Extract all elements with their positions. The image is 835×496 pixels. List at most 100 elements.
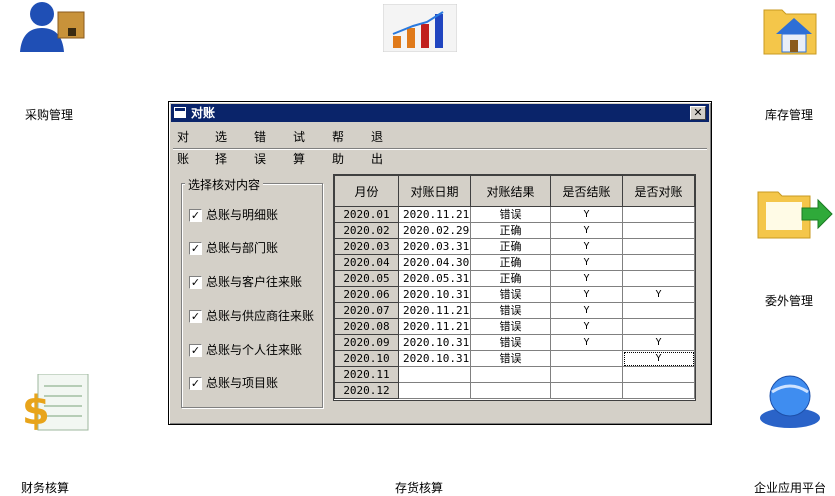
cell-month[interactable]: 2020.01 — [334, 206, 399, 223]
cell-month[interactable]: 2020.02 — [334, 222, 399, 239]
cell-closed[interactable]: Y — [550, 302, 623, 319]
cell-reconciled[interactable] — [622, 382, 695, 399]
desktop-icon-chart[interactable] — [375, 0, 465, 60]
cell-month[interactable]: 2020.03 — [334, 238, 399, 255]
cell-closed[interactable] — [550, 350, 623, 367]
desktop-icon-inventory[interactable]: 库存管理 — [744, 0, 834, 125]
table-row[interactable]: 2020.11 — [334, 366, 695, 383]
table-row[interactable]: 2020.05 2020.05.31 正确 Y — [334, 270, 695, 287]
cell-month[interactable]: 2020.09 — [334, 334, 399, 351]
cell-month[interactable]: 2020.12 — [334, 382, 399, 399]
cell-reconciled[interactable] — [622, 270, 695, 287]
cell-closed[interactable]: Y — [550, 254, 623, 271]
cell-month[interactable]: 2020.08 — [334, 318, 399, 335]
cell-date[interactable]: 2020.10.31 — [398, 286, 471, 303]
desktop-icon-purchasing[interactable]: 采购管理 — [4, 0, 94, 125]
cell-date[interactable]: 2020.03.31 — [398, 238, 471, 255]
cell-month[interactable]: 2020.11 — [334, 366, 399, 383]
cell-result[interactable] — [470, 366, 551, 383]
cell-reconciled[interactable]: Y — [622, 334, 695, 351]
cell-reconciled[interactable] — [622, 222, 695, 239]
cell-result[interactable]: 正确 — [470, 238, 551, 255]
cell-date[interactable]: 2020.02.29 — [398, 222, 471, 239]
cell-date[interactable]: 2020.04.30 — [398, 254, 471, 271]
column-header-closed[interactable]: 是否结账 — [550, 175, 623, 207]
checkbox-box[interactable]: ✓ — [189, 276, 202, 289]
cell-date[interactable] — [398, 366, 471, 383]
cell-reconciled[interactable] — [622, 302, 695, 319]
cell-result[interactable]: 错误 — [470, 318, 551, 335]
cell-date[interactable]: 2020.11.21 — [398, 206, 471, 223]
menu-item-help[interactable]: 帮助 — [328, 126, 348, 166]
cell-closed[interactable]: Y — [550, 270, 623, 287]
cell-date[interactable]: 2020.11.21 — [398, 318, 471, 335]
cell-closed[interactable]: Y — [550, 222, 623, 239]
cell-result[interactable]: 错误 — [470, 334, 551, 351]
cell-reconciled[interactable] — [622, 366, 695, 383]
checkbox-box[interactable]: ✓ — [189, 310, 202, 323]
cell-month[interactable]: 2020.07 — [334, 302, 399, 319]
table-row[interactable]: 2020.09 2020.10.31 错误 Y Y — [334, 334, 695, 351]
cell-result[interactable]: 正确 — [470, 254, 551, 271]
table-row[interactable]: 2020.06 2020.10.31 错误 Y Y — [334, 286, 695, 303]
cell-date[interactable]: 2020.10.31 — [398, 350, 471, 367]
cell-closed[interactable]: Y — [550, 334, 623, 351]
table-row[interactable]: 2020.02 2020.02.29 正确 Y — [334, 222, 695, 239]
desktop-icon-enterprise-platform[interactable]: 企业应用平台 — [745, 370, 835, 495]
checkbox-box[interactable]: ✓ — [189, 344, 202, 357]
menu-item-reconcile[interactable]: 对账 — [173, 126, 193, 166]
cell-reconciled[interactable]: Y — [622, 286, 695, 303]
cell-reconciled[interactable] — [622, 238, 695, 255]
table-row[interactable]: 2020.03 2020.03.31 正确 Y — [334, 238, 695, 255]
cell-month[interactable]: 2020.10 — [334, 350, 399, 367]
cell-result[interactable]: 错误 — [470, 206, 551, 223]
cell-month[interactable]: 2020.05 — [334, 270, 399, 287]
table-row[interactable]: 2020.08 2020.11.21 错误 Y — [334, 318, 695, 335]
column-header-date[interactable]: 对账日期 — [398, 175, 471, 207]
cell-result[interactable]: 错误 — [470, 350, 551, 367]
desktop-icon-stock-accounting[interactable]: 存货核算 — [374, 470, 464, 495]
column-header-reconciled[interactable]: 是否对账 — [622, 175, 695, 207]
menu-item-errors[interactable]: 错误 — [250, 126, 270, 166]
column-header-month[interactable]: 月份 — [334, 175, 399, 207]
table-row[interactable]: 2020.12 — [334, 382, 695, 399]
checkbox-box[interactable]: ✓ — [189, 242, 202, 255]
cell-month[interactable]: 2020.04 — [334, 254, 399, 271]
cell-date[interactable] — [398, 382, 471, 399]
table-row[interactable]: 2020.10 2020.10.31 错误 Y — [334, 350, 695, 367]
checkbox-box[interactable]: ✓ — [189, 377, 202, 390]
menu-item-trial-balance[interactable]: 试算 — [289, 126, 309, 166]
cell-month[interactable]: 2020.06 — [334, 286, 399, 303]
cell-reconciled[interactable] — [622, 318, 695, 335]
cell-reconciled[interactable] — [622, 206, 695, 223]
checkbox-box[interactable]: ✓ — [189, 209, 202, 222]
cell-result[interactable]: 正确 — [470, 270, 551, 287]
table-row[interactable]: 2020.04 2020.04.30 正确 Y — [334, 254, 695, 271]
cell-closed[interactable]: Y — [550, 238, 623, 255]
cell-reconciled[interactable] — [622, 254, 695, 271]
cell-result[interactable]: 错误 — [470, 302, 551, 319]
cell-date[interactable]: 2020.10.31 — [398, 334, 471, 351]
table-row[interactable]: 2020.07 2020.11.21 错误 Y — [334, 302, 695, 319]
cell-closed[interactable]: Y — [550, 318, 623, 335]
cell-reconciled[interactable]: Y — [622, 350, 695, 367]
menu-item-select[interactable]: 选择 — [211, 126, 231, 166]
cell-date[interactable]: 2020.11.21 — [398, 302, 471, 319]
folder-arrow-icon — [757, 191, 833, 239]
cell-date[interactable]: 2020.05.31 — [398, 270, 471, 287]
table-row[interactable]: 2020.01 2020.11.21 错误 Y — [334, 206, 695, 223]
desktop-icon-finance[interactable]: $ 财务核算 — [0, 370, 90, 495]
cell-closed[interactable] — [550, 366, 623, 383]
cell-result[interactable]: 正确 — [470, 222, 551, 239]
dialog-titlebar[interactable]: 对账 ✕ — [171, 104, 709, 122]
desktop-icon-outsourcing[interactable]: 委外管理 — [744, 180, 834, 310]
column-header-result[interactable]: 对账结果 — [470, 175, 551, 207]
reconciliation-grid[interactable]: 月份 对账日期 对账结果 是否结账 是否对账 2020.01 2020.11.21… — [333, 174, 696, 401]
menu-item-exit[interactable]: 退出 — [367, 126, 387, 166]
cell-closed[interactable]: Y — [550, 206, 623, 223]
cell-closed[interactable] — [550, 382, 623, 399]
cell-result[interactable] — [470, 382, 551, 399]
close-button[interactable]: ✕ — [690, 106, 706, 120]
cell-result[interactable]: 错误 — [470, 286, 551, 303]
cell-closed[interactable]: Y — [550, 286, 623, 303]
